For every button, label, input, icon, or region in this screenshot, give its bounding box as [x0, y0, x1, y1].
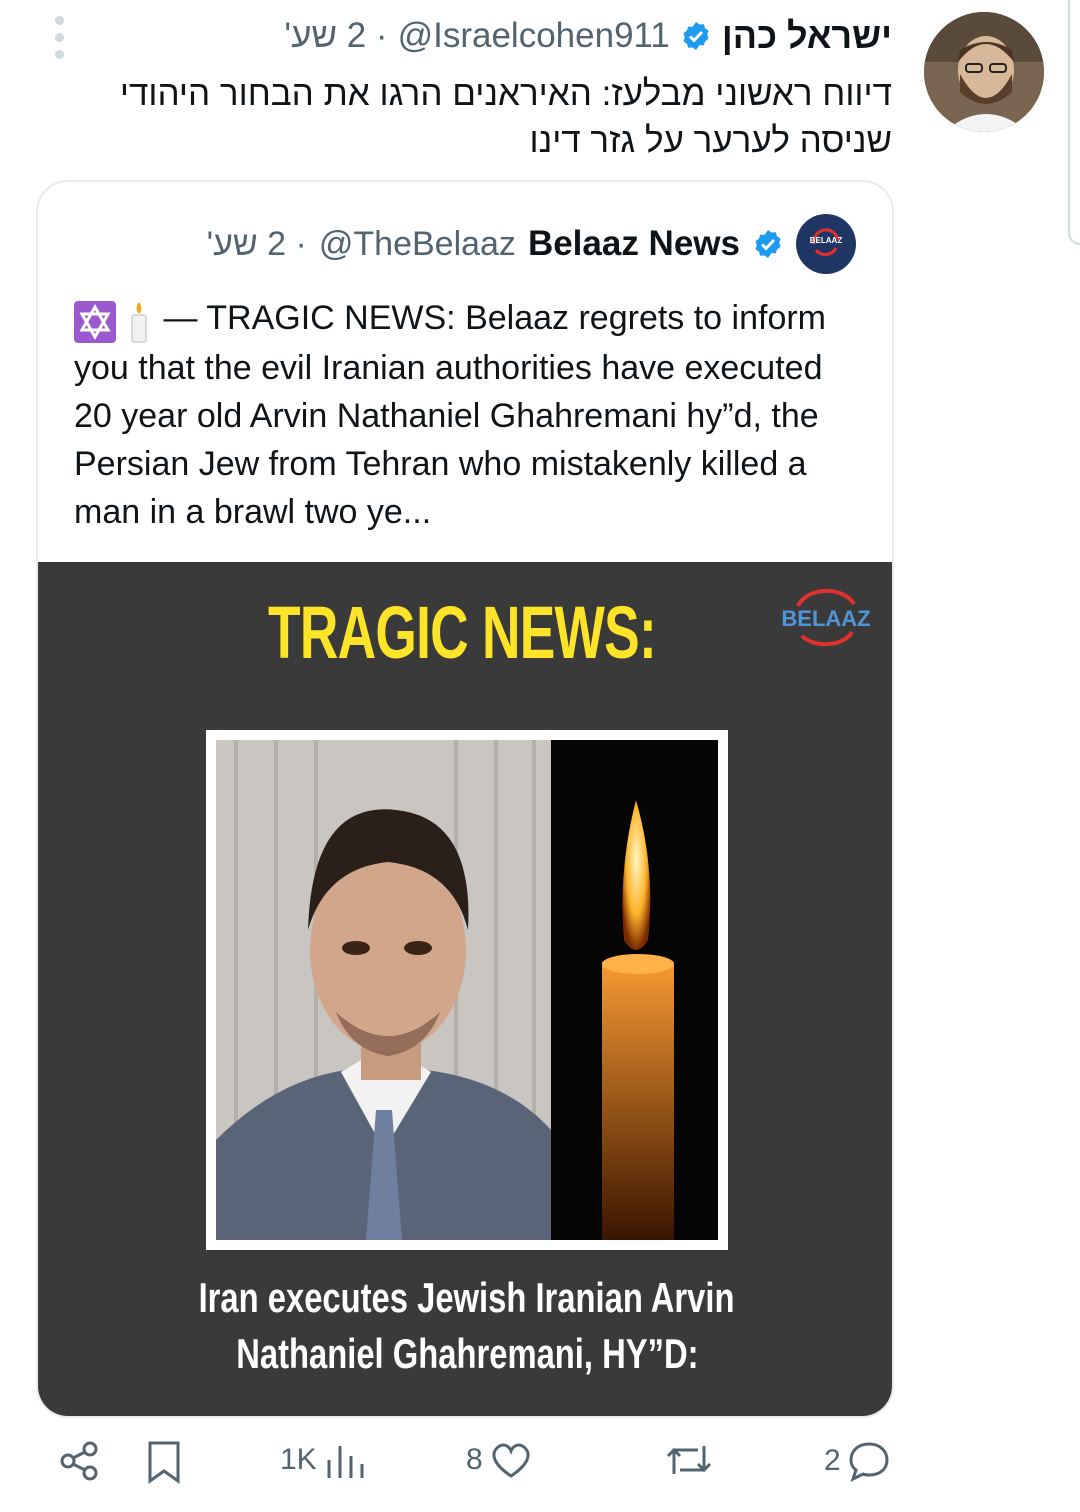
media-caption-line2: Nathaniel Ghahremani, HY”D: — [235, 1330, 699, 1377]
likes-count: 8 — [466, 1443, 483, 1476]
retweet-icon — [666, 1446, 712, 1474]
quote-time[interactable]: · 2 שע' — [207, 225, 307, 264]
retweet-button[interactable] — [664, 1440, 714, 1480]
star-of-david-icon — [74, 301, 116, 344]
media-caption: Iran executes Jewish Iranian Arvin Natha… — [38, 1270, 892, 1382]
candle-icon — [131, 302, 148, 343]
quote-avatar-text: BELAAZ — [809, 236, 843, 245]
more-options-icon[interactable] — [48, 16, 72, 60]
views-chart-icon — [327, 1446, 364, 1478]
replies-count: 2 — [824, 1444, 841, 1477]
tweet-header: ישראל כהן @Israelcohen911 · 2 שע' — [284, 14, 892, 58]
scrollbar-edge — [1068, 0, 1080, 245]
quote-media-image[interactable]: TRAGIC NEWS: BELAAZ Iran executes Jewish… — [38, 562, 892, 1416]
memorial-photo-frame — [206, 730, 728, 1250]
quote-text-block: — TRAGIC NEWS: Belaaz regrets to inform … — [74, 294, 864, 536]
tweet-text: דיווח ראשוני מבלעז: האיראנים הרגו את הבח… — [119, 74, 892, 160]
tweet-actions: 1K 8 2 — [0, 1440, 1080, 1512]
verified-badge-icon — [755, 230, 781, 258]
views-button[interactable]: 1K — [280, 1440, 367, 1480]
views-count: 1K — [280, 1443, 317, 1476]
media-headline: TRAGIC NEWS: — [268, 591, 657, 674]
reply-bubble-icon — [849, 1442, 889, 1482]
heart-icon — [492, 1443, 530, 1478]
share-icon — [60, 1441, 98, 1481]
tweet-time[interactable]: · 2 שע' — [284, 16, 387, 56]
quote-avatar[interactable]: BELAAZ — [796, 214, 856, 274]
quote-emojis — [74, 296, 153, 344]
reply-button[interactable]: 2 — [824, 1440, 891, 1482]
bookmark-button[interactable] — [144, 1440, 184, 1484]
author-handle[interactable]: @Israelcohen911 — [398, 16, 670, 56]
quote-header: BELAAZ Belaaz News @TheBelaaz · 2 שע' — [207, 212, 856, 276]
author-name[interactable]: ישראל כהן — [722, 15, 892, 57]
quote-text: — TRAGIC NEWS: Belaaz regrets to inform … — [74, 299, 827, 532]
bookmark-icon — [148, 1441, 180, 1484]
belaaz-logo: BELAAZ — [776, 584, 876, 654]
belaaz-logo-text: BELAAZ — [781, 606, 871, 631]
author-avatar[interactable] — [924, 12, 1044, 132]
quoted-tweet[interactable]: BELAAZ Belaaz News @TheBelaaz · 2 שע' — … — [36, 180, 894, 1418]
media-caption-line1: Iran executes Jewish Iranian Arvin — [199, 1274, 735, 1321]
quote-author-name[interactable]: Belaaz News — [528, 224, 740, 264]
share-button[interactable] — [58, 1440, 100, 1482]
like-button[interactable]: 8 — [466, 1440, 533, 1480]
memorial-photo — [216, 740, 718, 1240]
quote-handle[interactable]: @TheBelaaz — [319, 225, 516, 264]
verified-badge-icon — [683, 22, 709, 50]
